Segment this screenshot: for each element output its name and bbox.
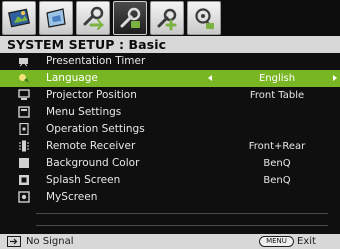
menu-item-label: Menu Settings	[46, 106, 122, 118]
myscreen-icon	[18, 191, 30, 203]
display-icon	[46, 8, 66, 28]
menu-divider	[36, 213, 328, 214]
menu-item-label: Presentation Timer	[46, 55, 146, 67]
menu-tab-bar	[0, 0, 340, 36]
splash-screen-icon	[19, 175, 29, 185]
left-arrow-icon[interactable]	[208, 75, 212, 81]
remote-receiver-icon	[19, 140, 29, 152]
background-color-icon	[19, 158, 29, 168]
page-title: SYSTEM SETUP : Basic	[0, 36, 340, 53]
menu-item-background-color[interactable]: Background Color BenQ	[0, 155, 340, 172]
projector-position-icon	[18, 89, 30, 100]
operation-settings-icon	[19, 123, 29, 135]
system-setup-advanced-icon	[157, 8, 177, 31]
menu-item-label: Language	[46, 72, 98, 84]
menu-divider	[36, 225, 328, 226]
system-setup-basic-icon	[83, 6, 104, 30]
exit-hint[interactable]: Exit	[297, 234, 316, 249]
menu-item-remote-receiver[interactable]: Remote Receiver Front+Rear	[0, 138, 340, 155]
tab-picture[interactable]	[2, 1, 36, 35]
timer-icon	[19, 58, 28, 67]
system-setup-basic-active-icon	[120, 7, 141, 28]
menu-item-label: MyScreen	[46, 191, 98, 203]
menu-item-value: Front Table	[249, 90, 305, 101]
settings-menu: Presentation Timer Language English Proj…	[0, 53, 340, 234]
tab-system-setup-basic[interactable]	[113, 1, 147, 35]
right-arrow-icon[interactable]	[333, 75, 337, 81]
menu-item-value: Front+Rear	[248, 141, 306, 152]
menu-item-label: Remote Receiver	[46, 140, 136, 152]
input-source-icon	[7, 236, 21, 247]
menu-item-menu-settings[interactable]: Menu Settings	[0, 104, 340, 121]
menu-item-language[interactable]: Language English	[0, 70, 340, 87]
menu-item-value: BenQ	[263, 158, 291, 169]
menu-item-operation-settings[interactable]: Operation Settings	[0, 121, 340, 138]
signal-status: No Signal	[26, 236, 74, 247]
menu-item-presentation-timer[interactable]: Presentation Timer	[0, 53, 340, 70]
tab-setting[interactable]	[76, 1, 110, 35]
tab-system-setup-advanced[interactable]	[150, 1, 184, 35]
menu-item-label: Projector Position	[46, 89, 137, 101]
menu-item-projector-position[interactable]: Projector Position Front Table	[0, 87, 340, 104]
menu-item-label: Splash Screen	[46, 174, 121, 186]
menu-item-label: Background Color	[46, 157, 140, 169]
menu-item-myscreen[interactable]: MyScreen	[0, 189, 340, 206]
picture-icon	[8, 8, 30, 28]
menu-settings-icon	[18, 106, 30, 118]
menu-key-icon: MENU	[259, 236, 294, 247]
projector-osd: SYSTEM SETUP : Basic Presentation Timer …	[0, 0, 340, 249]
tab-display[interactable]	[39, 1, 73, 35]
menu-item-splash-screen[interactable]: Splash Screen BenQ	[0, 172, 340, 189]
menu-item-value: English	[258, 73, 296, 84]
status-bar: No Signal MENU Exit	[0, 234, 340, 249]
menu-item-label: Operation Settings	[46, 123, 145, 135]
language-icon	[19, 74, 29, 83]
information-icon	[195, 8, 214, 30]
menu-item-value: BenQ	[263, 175, 291, 186]
tab-information[interactable]	[187, 1, 221, 35]
